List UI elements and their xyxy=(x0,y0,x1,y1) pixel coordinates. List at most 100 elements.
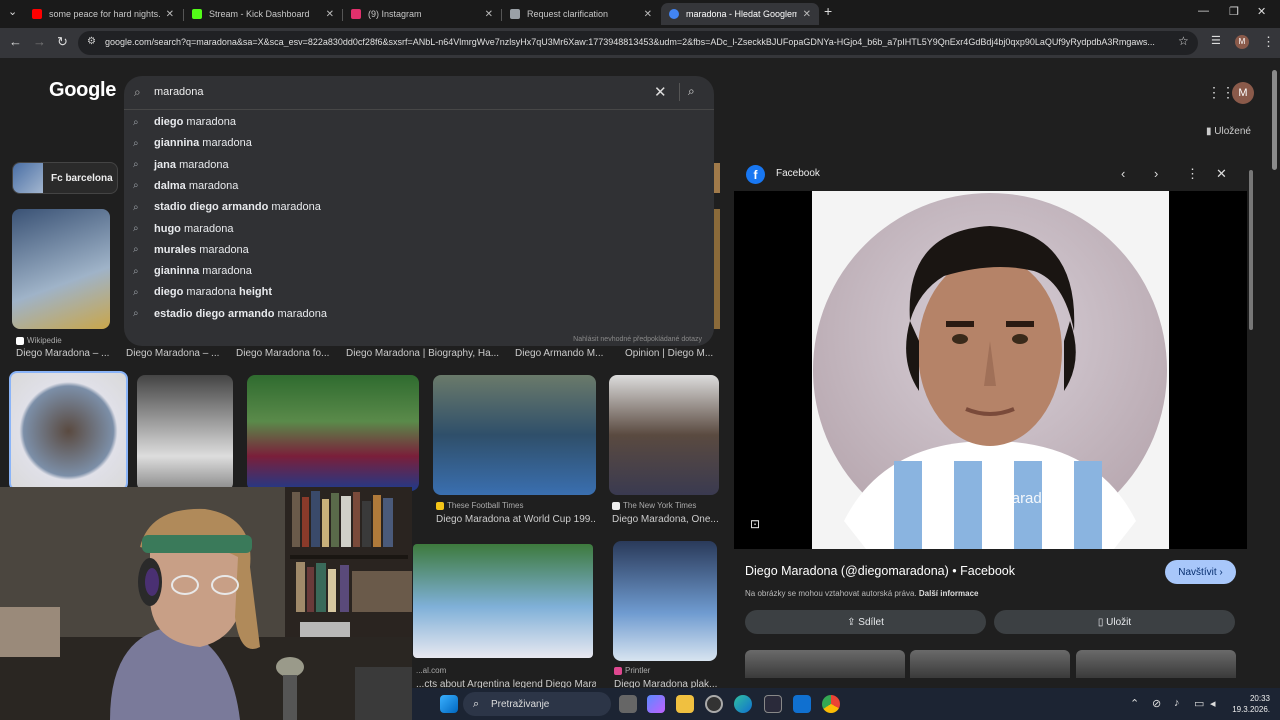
image-result[interactable] xyxy=(247,375,419,491)
panel-title[interactable]: Diego Maradona (@diegomaradona) • Facebo… xyxy=(745,564,1015,578)
google-lens-icon[interactable]: ⊡ xyxy=(750,517,760,531)
panel-scrollbar[interactable] xyxy=(1248,150,1256,680)
clear-icon[interactable]: ✕ xyxy=(654,83,667,101)
search-icon: ⌕ xyxy=(134,85,141,99)
close-tab-icon[interactable]: ✕ xyxy=(644,9,652,20)
related-image[interactable] xyxy=(910,650,1070,678)
image-caption[interactable]: Diego Maradona – ... xyxy=(126,348,226,359)
restore-button[interactable]: ❐ xyxy=(1229,5,1239,18)
mail-icon[interactable] xyxy=(793,695,811,713)
saved-link[interactable]: ▮ Uložené xyxy=(1206,126,1251,137)
apps-grid-icon[interactable]: ⋮⋮ xyxy=(1207,84,1235,101)
image-caption[interactable]: Diego Armando M... xyxy=(515,348,615,359)
suggestion-item[interactable]: ⌕ diego maradona height xyxy=(124,282,714,302)
tab-google[interactable]: maradona - Hledat Googlem ✕ xyxy=(661,3,819,25)
page-scrollbar[interactable] xyxy=(1270,60,1280,680)
tab-kick[interactable]: Stream - Kick Dashboard ✕ xyxy=(184,3,342,25)
related-image[interactable] xyxy=(1076,650,1236,678)
image-result[interactable] xyxy=(413,544,593,658)
clock[interactable]: 20:33 19.3.2026. xyxy=(1222,693,1270,715)
suggestion-item[interactable]: ⌕ giannina maradona xyxy=(124,133,714,153)
image-caption[interactable]: Diego Maradona | Biography, Ha... xyxy=(346,348,506,359)
image-caption[interactable]: Diego Maradona fo... xyxy=(236,348,336,359)
report-predictions-link[interactable]: Nahlásit nevhodné předpokládané dotazy xyxy=(573,336,702,343)
taskbar-search[interactable]: ⌕ Pretraživanje xyxy=(463,692,611,716)
menu-icon[interactable]: ⋮ xyxy=(1262,34,1275,50)
search-icon: ⌕ xyxy=(133,137,139,149)
chevron-left-icon[interactable]: ‹ xyxy=(1121,166,1125,181)
task-view-icon[interactable] xyxy=(619,695,637,713)
steam-icon[interactable] xyxy=(705,695,723,713)
account-avatar[interactable]: M xyxy=(1232,82,1254,104)
image-caption[interactable]: Diego Maradona at World Cup 199... xyxy=(436,514,596,525)
nyt-icon xyxy=(612,501,620,510)
minimize-button[interactable]: — xyxy=(1198,5,1209,17)
chevron-right-icon[interactable]: › xyxy=(1154,166,1158,181)
image-caption[interactable]: Diego Maradona, One... xyxy=(612,514,718,525)
omnibox[interactable]: ⚙ google.com/search?q=maradona&sa=X&sca_… xyxy=(78,31,1198,55)
suggestion-item[interactable]: ⌕ dalma maradona xyxy=(124,176,714,196)
microphone-icon[interactable]: ♪ xyxy=(1174,697,1180,709)
tab-search-icon[interactable]: ⌄ xyxy=(8,5,17,18)
image-result[interactable] xyxy=(609,375,719,495)
close-window-button[interactable]: ✕ xyxy=(1257,5,1266,18)
forward-button[interactable]: → xyxy=(33,34,46,49)
suggestion-item[interactable]: ⌕ estadio diego armando maradona xyxy=(124,304,714,324)
related-image[interactable] xyxy=(745,650,905,678)
close-tab-icon[interactable]: ✕ xyxy=(326,9,334,20)
youtube-icon xyxy=(32,9,42,19)
filter-chip[interactable]: Fc barcelona xyxy=(12,162,118,194)
store-icon[interactable] xyxy=(764,695,782,713)
suggestion-item[interactable]: ⌕ murales maradona xyxy=(124,240,714,260)
image-result[interactable] xyxy=(137,375,233,491)
file-explorer-icon[interactable] xyxy=(676,695,694,713)
suggestion-item[interactable]: ⌕ gianinna maradona xyxy=(124,261,714,281)
more-info-link[interactable]: Další informace xyxy=(919,589,979,598)
suggestion-item[interactable]: ⌕ stadio diego armando maradona xyxy=(124,197,714,217)
suggestion-item[interactable]: ⌕ diego maradona xyxy=(124,112,714,132)
save-button[interactable]: ▯ Uložit xyxy=(994,610,1235,634)
close-icon[interactable]: ✕ xyxy=(1216,166,1227,182)
more-vert-icon[interactable]: ⋮ xyxy=(1186,166,1199,182)
tab-instagram[interactable]: (9) Instagram ✕ xyxy=(343,3,501,25)
profile-avatar[interactable]: M xyxy=(1235,35,1249,49)
close-tab-icon[interactable]: ✕ xyxy=(803,9,811,20)
preview-image[interactable]: @maradona xyxy=(734,191,1247,549)
tab-youtube[interactable]: some peace for hard nights... (n ✕ xyxy=(24,3,182,25)
visit-button[interactable]: Navštívit › xyxy=(1165,560,1236,584)
reload-button[interactable]: ↻ xyxy=(57,34,68,50)
search-box[interactable]: ⌕ maradona ✕ ⌕ ⌕ diego maradona ⌕ giannina … xyxy=(124,76,714,346)
edge-icon[interactable] xyxy=(734,695,752,713)
share-button[interactable]: ⇪ Sdílet xyxy=(745,610,986,634)
display-icon[interactable]: ▭ xyxy=(1194,697,1204,710)
bookmark-star-icon[interactable]: ☆ xyxy=(1178,34,1189,48)
reading-list-icon[interactable]: ☰ xyxy=(1211,34,1221,47)
url-text[interactable]: google.com/search?q=maradona&sa=X&sca_es… xyxy=(105,37,1185,47)
tab-title: (9) Instagram xyxy=(368,9,422,19)
image-result-selected[interactable] xyxy=(9,371,128,491)
copilot-icon[interactable] xyxy=(647,695,665,713)
google-logo[interactable]: Google xyxy=(49,79,116,102)
new-tab-button[interactable]: + xyxy=(824,3,832,19)
chevron-up-icon[interactable]: ⌃ xyxy=(1130,697,1139,710)
volume-icon[interactable]: ◂ xyxy=(1210,697,1216,710)
search-input[interactable]: maradona xyxy=(154,86,204,98)
image-caption[interactable]: Diego Maradona – ... xyxy=(16,348,116,359)
site-info-icon[interactable]: ⚙ xyxy=(87,36,96,47)
image-result[interactable] xyxy=(613,541,717,661)
image-caption[interactable]: Opinion | Diego M... xyxy=(625,348,725,359)
close-tab-icon[interactable]: ✕ xyxy=(166,9,174,20)
clock-time: 20:33 xyxy=(1249,694,1270,703)
image-result[interactable] xyxy=(433,375,596,495)
windows-start-icon[interactable] xyxy=(440,695,458,713)
chrome-icon[interactable] xyxy=(822,695,840,713)
suggestion-item[interactable]: ⌕ hugo maradona xyxy=(124,219,714,239)
network-icon[interactable]: ⊘ xyxy=(1152,697,1161,710)
image-result[interactable] xyxy=(12,209,110,329)
close-tab-icon[interactable]: ✕ xyxy=(485,9,493,20)
panel-source[interactable]: Facebook xyxy=(776,168,820,179)
back-button[interactable]: ← xyxy=(9,34,22,49)
search-submit-icon[interactable]: ⌕ xyxy=(688,84,695,99)
tab-request[interactable]: Request clarification ✕ xyxy=(502,3,660,25)
suggestion-item[interactable]: ⌕ jana maradona xyxy=(124,155,714,175)
